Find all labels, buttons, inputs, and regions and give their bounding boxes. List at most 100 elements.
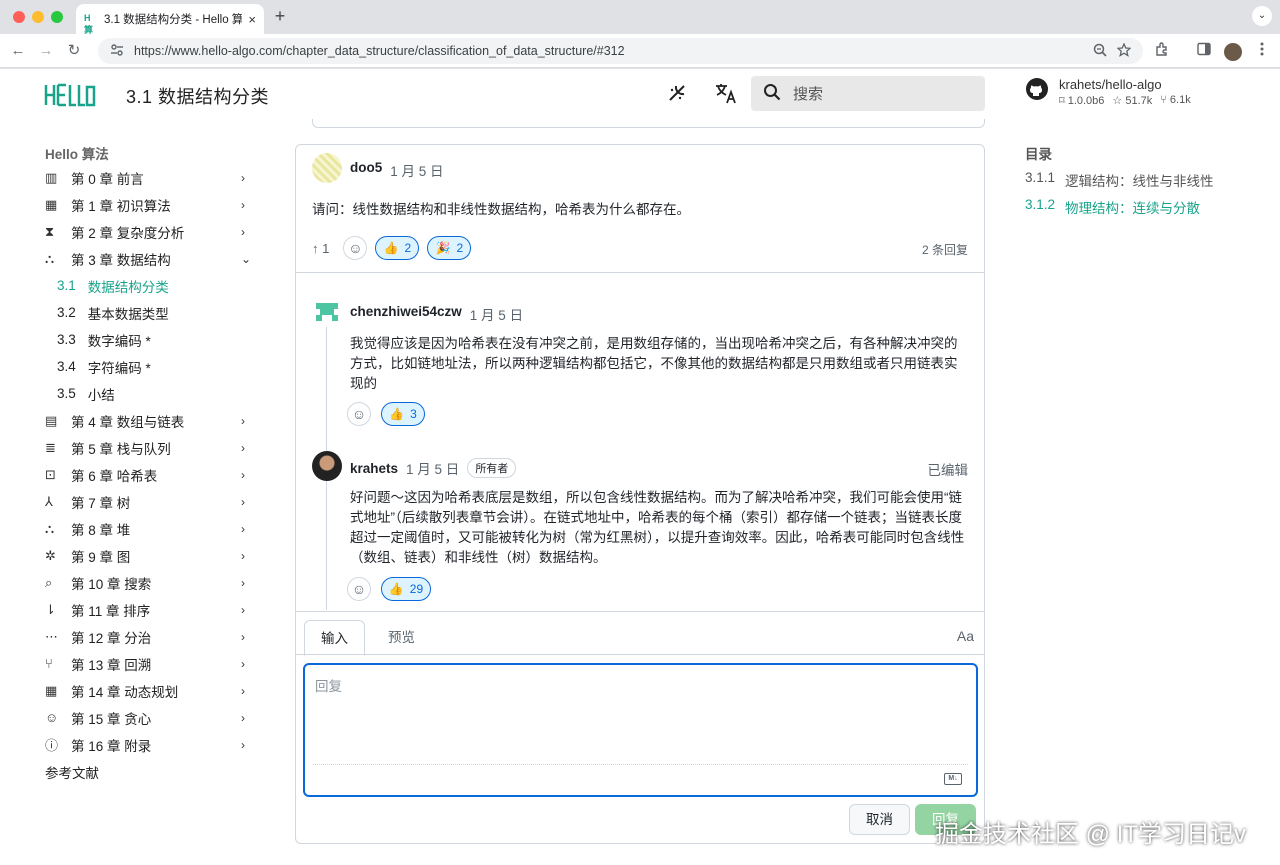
sidebar-subitem-3-5[interactable]: 3.5 小结 (57, 380, 115, 407)
table-icon: ▤ (45, 412, 58, 428)
replies-count[interactable]: 2 条回复 (922, 241, 968, 258)
reaction-count: 2 (456, 241, 464, 255)
avatar[interactable] (312, 153, 342, 183)
zoom-icon[interactable] (1093, 43, 1107, 60)
hourglass-icon: ⧗ (45, 223, 55, 239)
sidebar-item-references[interactable]: 参考文献 (45, 758, 255, 785)
reply-author[interactable]: krahets (350, 461, 398, 476)
back-button[interactable]: ← (8, 41, 28, 61)
toc-number: 3.1.1 (1025, 170, 1056, 185)
sidebar-item-ch1[interactable]: ▦ 第 1 章 初识算法 › (45, 191, 255, 218)
tada-reaction[interactable]: 🎉 2 (427, 236, 472, 260)
more-menu-icon[interactable] (1252, 41, 1272, 61)
reply-date[interactable]: 1 月 5 日 (406, 458, 459, 478)
sidebar-item-ch3[interactable]: ⛬ 第 3 章 数据结构 ⌄ (45, 245, 255, 272)
sidebar-item-ch0[interactable]: ▥ 第 0 章 前言 › (45, 164, 255, 191)
sidebar-item-ch6[interactable]: ⊡ 第 6 章 哈希表 › (45, 461, 255, 488)
divider (296, 272, 984, 273)
search-input[interactable]: 搜索 (751, 76, 985, 111)
sidebar-item-ch4[interactable]: ▤ 第 4 章 数组与链表 › (45, 407, 255, 434)
sidebar-item-label: 第 11 章 排序 (71, 603, 151, 619)
reply-author[interactable]: chenzhiwei54czw (350, 304, 462, 324)
chevron-right-icon: › (241, 521, 245, 536)
thumbs-up-reaction[interactable]: 👍 3 (381, 402, 425, 426)
sidebar-item-ch11[interactable]: ⇂ 第 11 章 排序 › (45, 596, 255, 623)
chevron-right-icon: › (241, 575, 245, 590)
browser-tab[interactable]: H算 3.1 数据结构分类 - Hello 算法 × (76, 4, 264, 35)
comment-date[interactable]: 1 月 5 日 (390, 160, 443, 180)
sidebar-item-ch5[interactable]: ≣ 第 5 章 栈与队列 › (45, 434, 255, 461)
subitem-label: 数据结构分类 (87, 279, 169, 295)
tab-input[interactable]: 输入 (304, 620, 365, 656)
avatar[interactable] (312, 297, 342, 327)
previous-comment-edge (312, 119, 985, 128)
color-scheme-toggle-icon[interactable] (666, 82, 688, 107)
sidebar-item-ch9[interactable]: ✲ 第 9 章 图 › (45, 542, 255, 569)
grid-icon: ▦ (45, 682, 58, 698)
version-text: 1.0.0b6 (1067, 95, 1105, 107)
site-logo[interactable] (44, 81, 96, 107)
avatar[interactable] (312, 451, 342, 481)
tab-preview[interactable]: 预览 (372, 620, 431, 656)
sidebar-item-label: 第 9 章 图 (71, 549, 131, 565)
browser-toolbar: ← → ↻ https://www.hello-algo.com/chapter… (0, 34, 1280, 68)
watermark: 掘金技术社区 @ IT学习日记v (935, 821, 1247, 848)
thumbs-up-reaction[interactable]: 👍 2 (375, 236, 420, 260)
sidebar-item-ch10[interactable]: ⌕ 第 10 章 搜索 › (45, 569, 255, 596)
chevron-right-icon: › (241, 683, 245, 698)
sidebar-item-ch14[interactable]: ▦ 第 14 章 动态规划 › (45, 677, 255, 704)
add-reaction-icon[interactable]: ☺ (347, 402, 371, 426)
maximize-window-icon[interactable] (51, 11, 63, 23)
close-window-icon[interactable] (13, 11, 25, 23)
sidebar-item-ch15[interactable]: ☺ 第 15 章 贪心 › (45, 704, 255, 731)
sidebar-item-label: 第 5 章 栈与队列 (71, 441, 171, 457)
sidebar-item-label: 第 12 章 分治 (71, 630, 152, 646)
fork-count-text: 6.1k (1169, 94, 1191, 106)
sidebar-item-ch12[interactable]: ⋯ 第 12 章 分治 › (45, 623, 255, 650)
reply-date[interactable]: 1 月 5 日 (470, 304, 523, 324)
tab-close-icon[interactable]: × (248, 12, 256, 27)
new-tab-button[interactable]: + (270, 6, 290, 26)
toc-item-active[interactable]: 3.1.2 物理结构：连续与分散 (1025, 197, 1200, 217)
owner-badge: 所有者 (467, 458, 517, 478)
sidebar-subitem-3-2[interactable]: 3.2 基本数据类型 (57, 299, 169, 326)
extensions-icon[interactable] (1152, 41, 1172, 61)
sidebar-item-ch16[interactable]: ⓘ 第 16 章 附录 › (45, 731, 255, 758)
sidebar-item-ch8[interactable]: ⛬ 第 8 章 堆 › (45, 515, 255, 542)
reply-body: 好问题～这因为哈希表底层是数组，所以包含线性数据结构。而为了解决哈希冲突，我们可… (350, 490, 965, 565)
composer-tabs: 输入 预览 Aa (296, 611, 984, 656)
forward-button[interactable]: → (36, 41, 56, 61)
sidebar-subitem-3-1[interactable]: 3.1 数据结构分类 (57, 272, 169, 299)
site-info-icon[interactable] (110, 43, 124, 60)
edited-indicator[interactable]: 已编辑 (928, 459, 969, 479)
discussion-thread: doo5 1 月 5 日 请问：线性数据结构和非线性数据结构，哈希表为什么都存在… (295, 144, 985, 844)
reply-textarea[interactable]: 回复 M↓ (303, 663, 978, 797)
sidebar-item-ch7[interactable]: ⅄ 第 7 章 树 › (45, 488, 255, 515)
bookmark-star-icon[interactable] (1116, 41, 1132, 60)
address-bar[interactable]: https://www.hello-algo.com/chapter_data_… (98, 38, 1143, 64)
reload-button[interactable]: ↻ (64, 41, 84, 61)
cancel-button[interactable]: 取消 (849, 804, 910, 835)
minimize-window-icon[interactable] (32, 11, 44, 23)
side-panel-icon[interactable] (1194, 41, 1214, 61)
repo-link[interactable]: krahets/hello-algo ⌑ 1.0.0b6 ☆ 51.7k ⑂ 6… (1025, 77, 1191, 107)
sidebar-title: Hello 算法 (45, 147, 109, 162)
add-reaction-icon[interactable]: ☺ (343, 236, 368, 260)
font-toggle-button[interactable]: Aa (957, 628, 974, 644)
thumbs-up-reaction[interactable]: 👍 29 (381, 577, 431, 601)
comment-author[interactable]: doo5 (350, 160, 382, 180)
sidebar-item-ch2[interactable]: ⧗ 第 2 章 复杂度分析 › (45, 218, 255, 245)
translate-icon[interactable] (714, 82, 738, 107)
tab-search-button[interactable]: ⌄ (1252, 6, 1272, 26)
sidebar-item-ch13[interactable]: ⑂ 第 13 章 回溯 › (45, 650, 255, 677)
markdown-icon: M↓ (944, 773, 962, 785)
sort-icon: ⇂ (45, 601, 56, 617)
chevron-right-icon: › (241, 197, 245, 212)
chevron-down-icon: ⌄ (241, 251, 252, 266)
profile-avatar[interactable] (1224, 43, 1242, 61)
sidebar-subitem-3-3[interactable]: 3.3 数字编码 * (57, 326, 151, 353)
sidebar-subitem-3-4[interactable]: 3.4 字符编码 * (57, 353, 151, 380)
add-reaction-icon[interactable]: ☺ (347, 577, 371, 601)
upvote-button[interactable]: ↑ 1 (312, 241, 329, 256)
toc-item[interactable]: 3.1.1 逻辑结构：线性与非线性 (1025, 170, 1214, 190)
